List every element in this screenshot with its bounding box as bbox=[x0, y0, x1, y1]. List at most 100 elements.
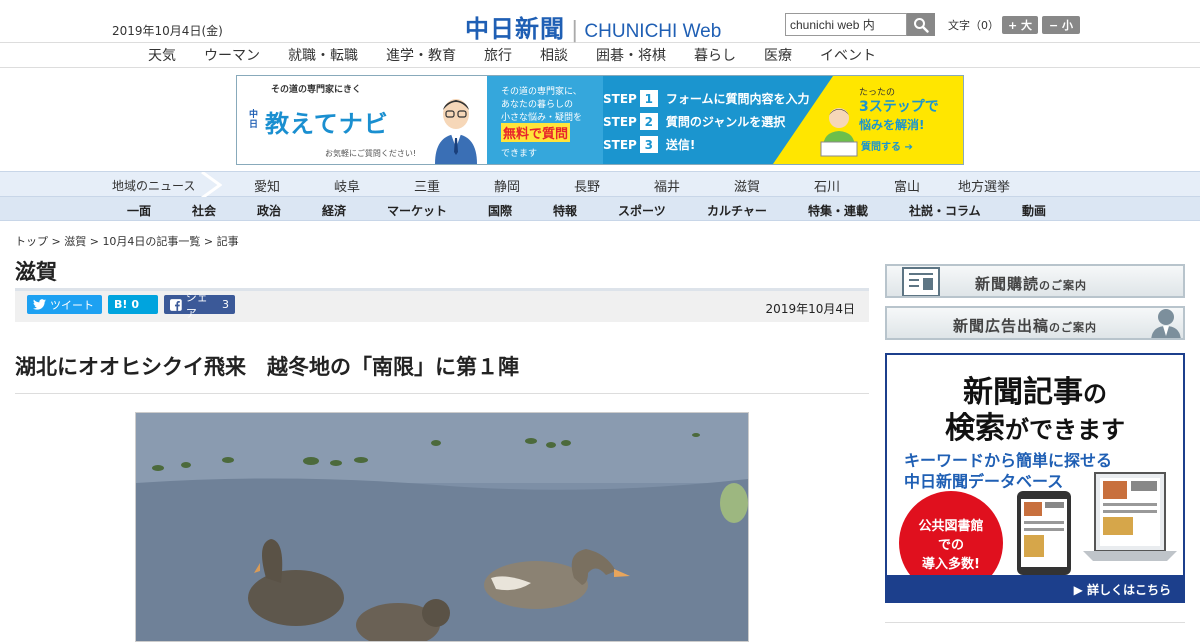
businessman-icon bbox=[1151, 309, 1181, 338]
banner-brand-small: 中日 bbox=[249, 110, 259, 130]
region-item-aichi[interactable]: 愛知 bbox=[254, 176, 280, 195]
banner-catch: その道の専門家にきく bbox=[271, 85, 362, 95]
facebook-share-label: シェア bbox=[185, 290, 208, 320]
breadcrumb-list[interactable]: 10月4日の記事一覧 bbox=[102, 235, 200, 248]
top-nav: 天気 ウーマン 就職・転職 進学・教育 旅行 相談 囲碁・将棋 暮らし 医療 イ… bbox=[0, 43, 1200, 68]
region-item-ishikawa[interactable]: 石川 bbox=[814, 176, 840, 195]
site-search bbox=[785, 13, 935, 36]
arrow-right-icon: ➔ bbox=[904, 142, 913, 153]
top-nav-item-jobs[interactable]: 就職・転職 bbox=[288, 45, 358, 65]
banner-step-2: STEP 2 質問のジャンルを選択 bbox=[603, 113, 785, 130]
share-bar: ツイート B! 0 シェア 3 2019年10月4日 bbox=[15, 288, 869, 322]
advert-sub: のご案内 bbox=[1049, 321, 1098, 334]
step-text: 送信! bbox=[665, 138, 696, 152]
banner-mid-highlight: 無料で質問 bbox=[501, 123, 571, 142]
logo-separator: | bbox=[571, 18, 579, 43]
genre-item-features[interactable]: 特集・連載 bbox=[808, 202, 868, 219]
top-nav-item-events[interactable]: イベント bbox=[820, 45, 876, 65]
search-button[interactable] bbox=[907, 13, 935, 36]
banner-sub: お気軽にご質問ください! bbox=[325, 149, 417, 158]
genre-item-politics[interactable]: 政治 bbox=[257, 202, 281, 219]
banner-step-3: STEP 3 送信! bbox=[603, 136, 695, 153]
logo-english-web: Web bbox=[682, 21, 722, 42]
ad-line2a: 検索 bbox=[945, 411, 1005, 446]
step-number: 3 bbox=[639, 136, 658, 153]
banner-right-panel: たったの 3ステップで 悩みを解消! 質問する ➔ bbox=[853, 76, 963, 164]
genre-item-video[interactable]: 動画 bbox=[1022, 202, 1046, 219]
genre-item-special-report[interactable]: 特報 bbox=[553, 202, 577, 219]
database-search-ad[interactable]: 新聞記事の 検索ができます キーワードから簡単に探せる 中日新聞データベース 公… bbox=[885, 353, 1185, 603]
genre-item-society[interactable]: 社会 bbox=[192, 202, 216, 219]
top-nav-item-living[interactable]: 暮らし bbox=[694, 45, 736, 65]
search-input[interactable] bbox=[785, 13, 907, 36]
breadcrumb-section[interactable]: 滋賀 bbox=[64, 235, 86, 248]
genre-item-international[interactable]: 国際 bbox=[488, 202, 512, 219]
subscribe-main: 新聞購読 bbox=[975, 275, 1040, 293]
banner-mid-line3: 小さな悩み・疑問を bbox=[501, 113, 583, 123]
twitter-bird-icon bbox=[33, 299, 46, 310]
genre-item-front[interactable]: 一面 bbox=[127, 202, 151, 219]
oshiete-navi-banner[interactable]: その道の専門家にきく 中日 教えてナビ お気軽にご質問ください! その道の専門家… bbox=[236, 75, 964, 165]
font-smaller-button[interactable]: − 小 bbox=[1042, 16, 1080, 34]
advert-main: 新聞広告出稿 bbox=[953, 317, 1050, 335]
site-logo[interactable]: 中日新聞 | CHUNICHI Web bbox=[465, 9, 721, 44]
chevron-right-icon bbox=[201, 172, 222, 198]
region-item-mie[interactable]: 三重 bbox=[414, 176, 440, 195]
banner-cta: 質問する ➔ bbox=[861, 138, 913, 153]
genre-item-market[interactable]: マーケット bbox=[387, 202, 447, 219]
top-nav-item-weather[interactable]: 天気 bbox=[148, 45, 176, 65]
facebook-share-count: 3 bbox=[222, 298, 229, 311]
top-nav-item-travel[interactable]: 旅行 bbox=[484, 45, 512, 65]
laptop-user-icon bbox=[820, 108, 858, 157]
region-nav-label: 地域のニュース bbox=[112, 179, 196, 193]
region-item-toyama[interactable]: 富山 bbox=[894, 176, 920, 195]
top-nav-item-advice[interactable]: 相談 bbox=[540, 45, 568, 65]
banner-middle-panel: その道の専門家に、 あなたの暮らしの 小さな悩み・疑問を 無料で質問 できます bbox=[487, 76, 603, 164]
region-item-shizuoka[interactable]: 静岡 bbox=[494, 176, 520, 195]
step-label: STEP bbox=[603, 114, 637, 129]
logo-japanese: 中日新聞 bbox=[465, 14, 565, 43]
ad-badge-line1: 公共図書館 bbox=[918, 518, 984, 534]
banner-right-line2: 3ステップで bbox=[859, 99, 939, 115]
site-header: 2019年10月4日(金) 中日新聞 | CHUNICHI Web 文字（0） … bbox=[0, 0, 1200, 43]
breadcrumb-current: 記事 bbox=[216, 235, 239, 248]
top-nav-item-woman[interactable]: ウーマン bbox=[204, 45, 260, 65]
advertising-guide-button[interactable]: 新聞広告出稿のご案内 bbox=[885, 306, 1185, 340]
ad-badge-line3: 導入多数! bbox=[922, 556, 980, 572]
article-photo[interactable] bbox=[135, 412, 749, 642]
region-item-gifu[interactable]: 岐阜 bbox=[334, 176, 360, 195]
devices-illustration-icon bbox=[1017, 472, 1177, 575]
banner-title: 教えてナビ bbox=[265, 110, 389, 138]
top-nav-item-go-shogi[interactable]: 囲碁・将棋 bbox=[596, 45, 666, 65]
subscribe-sub: のご案内 bbox=[1039, 279, 1088, 292]
current-date: 2019年10月4日(金) bbox=[112, 24, 223, 38]
breadcrumb-top[interactable]: トップ bbox=[15, 235, 48, 248]
genre-item-sports[interactable]: スポーツ bbox=[618, 202, 666, 219]
step-text: 質問のジャンルを選択 bbox=[665, 115, 786, 129]
banner-left-panel: その道の専門家にきく 中日 教えてナビ お気軽にご質問ください! bbox=[237, 76, 487, 164]
hatena-bookmark-button[interactable]: B! 0 bbox=[108, 295, 158, 314]
banner-mid-line2: あなたの暮らしの bbox=[501, 100, 574, 110]
newspaper-icon bbox=[902, 267, 940, 296]
step-number: 2 bbox=[639, 113, 658, 130]
top-nav-item-education[interactable]: 進学・教育 bbox=[386, 45, 456, 65]
section-title: 滋賀 bbox=[15, 260, 57, 284]
region-item-nagano[interactable]: 長野 bbox=[574, 176, 600, 195]
region-item-fukui[interactable]: 福井 bbox=[654, 176, 680, 195]
breadcrumb-sep: > bbox=[86, 235, 103, 248]
subscribe-guide-button[interactable]: 新聞購読のご案内 bbox=[885, 264, 1185, 298]
top-nav-item-medical[interactable]: 医療 bbox=[764, 45, 792, 65]
genre-item-culture[interactable]: カルチャー bbox=[707, 202, 767, 219]
geese-on-water-image bbox=[136, 413, 748, 641]
genre-item-editorials[interactable]: 社説・コラム bbox=[909, 202, 981, 219]
region-item-local-elections[interactable]: 地方選挙 bbox=[958, 176, 1010, 195]
region-item-shiga[interactable]: 滋賀 bbox=[734, 176, 760, 195]
facebook-icon bbox=[170, 298, 182, 311]
genre-item-economy[interactable]: 経済 bbox=[322, 202, 346, 219]
breadcrumb-sep: > bbox=[48, 235, 65, 248]
ad-details-link[interactable]: ▶ 詳しくはこちら bbox=[887, 575, 1183, 601]
font-larger-button[interactable]: + 大 bbox=[1002, 16, 1038, 34]
step-number: 1 bbox=[639, 90, 658, 107]
facebook-share-button[interactable]: シェア 3 bbox=[164, 291, 235, 320]
tweet-button[interactable]: ツイート bbox=[27, 295, 102, 314]
